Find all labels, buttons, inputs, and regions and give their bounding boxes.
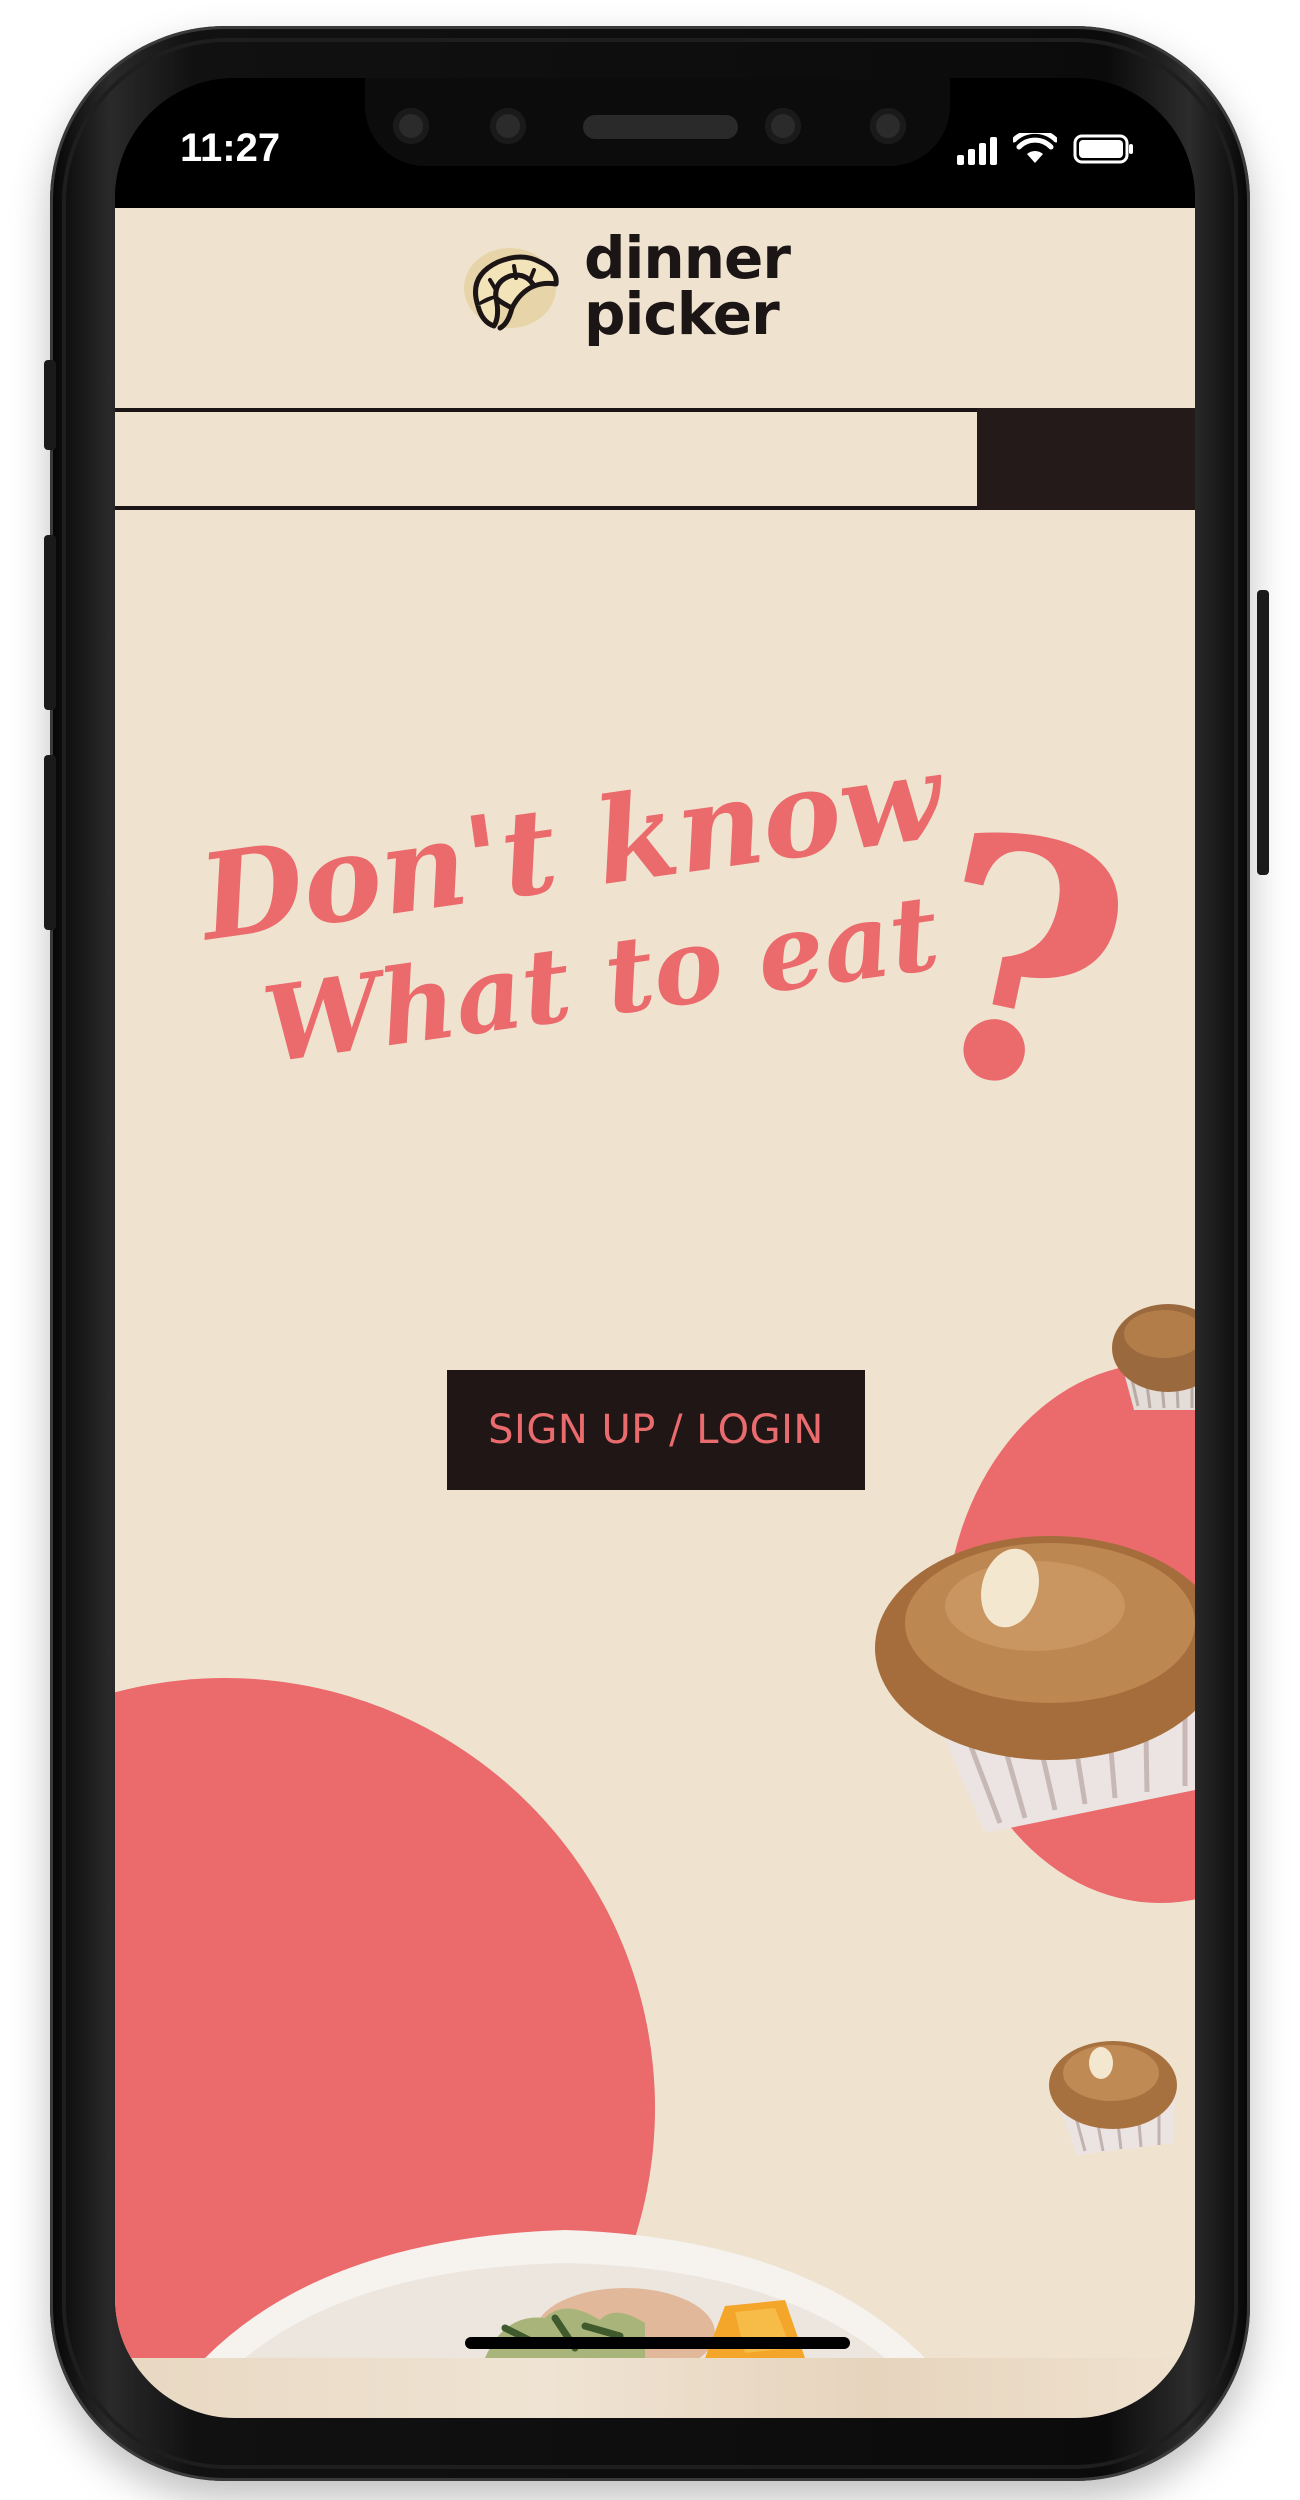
status-time: 11:27 (180, 126, 281, 170)
wifi-icon (1013, 133, 1057, 163)
app-logo[interactable]: dinner picker (460, 224, 791, 348)
salad-bowl-image (205, 2230, 925, 2358)
muffin-image-small (1049, 2041, 1177, 2155)
volume-down-button (44, 755, 56, 930)
hero-headline: Don't know What to eat ? (189, 748, 1155, 1108)
home-indicator[interactable] (465, 2337, 850, 2349)
logo-line-1: dinner (584, 224, 791, 292)
speaker-grille (583, 115, 738, 139)
volume-up-button (44, 535, 56, 710)
sensor-icon (870, 108, 906, 144)
notch (365, 78, 950, 166)
battery-icon (1073, 134, 1133, 164)
muffin-image-main (875, 1536, 1195, 1833)
croissant-icon (464, 248, 559, 331)
logo-line-2: picker (584, 280, 780, 348)
status-icons (957, 133, 1135, 165)
muffin-image-top (1112, 1304, 1195, 1410)
nav-bar (115, 408, 1195, 510)
app-screen: dinner picker Don't know What to eat ? S… (115, 208, 1195, 2358)
sensor-icon (490, 108, 526, 144)
cellular-signal-icon (957, 137, 997, 165)
logo-wordmark: dinner picker (584, 224, 791, 348)
bottom-strip (115, 2358, 1195, 2418)
mute-switch (44, 360, 56, 450)
nav-menu-block[interactable] (977, 408, 1195, 510)
sensor-icon (393, 108, 429, 144)
camera-icon (765, 108, 801, 144)
power-button (1257, 590, 1269, 875)
app-header: dinner picker (115, 208, 1195, 406)
signup-login-button[interactable]: SIGN UP / LOGIN (447, 1370, 865, 1490)
phone-screen: 11:27 dinner picker Don't know What to e… (115, 78, 1195, 2418)
